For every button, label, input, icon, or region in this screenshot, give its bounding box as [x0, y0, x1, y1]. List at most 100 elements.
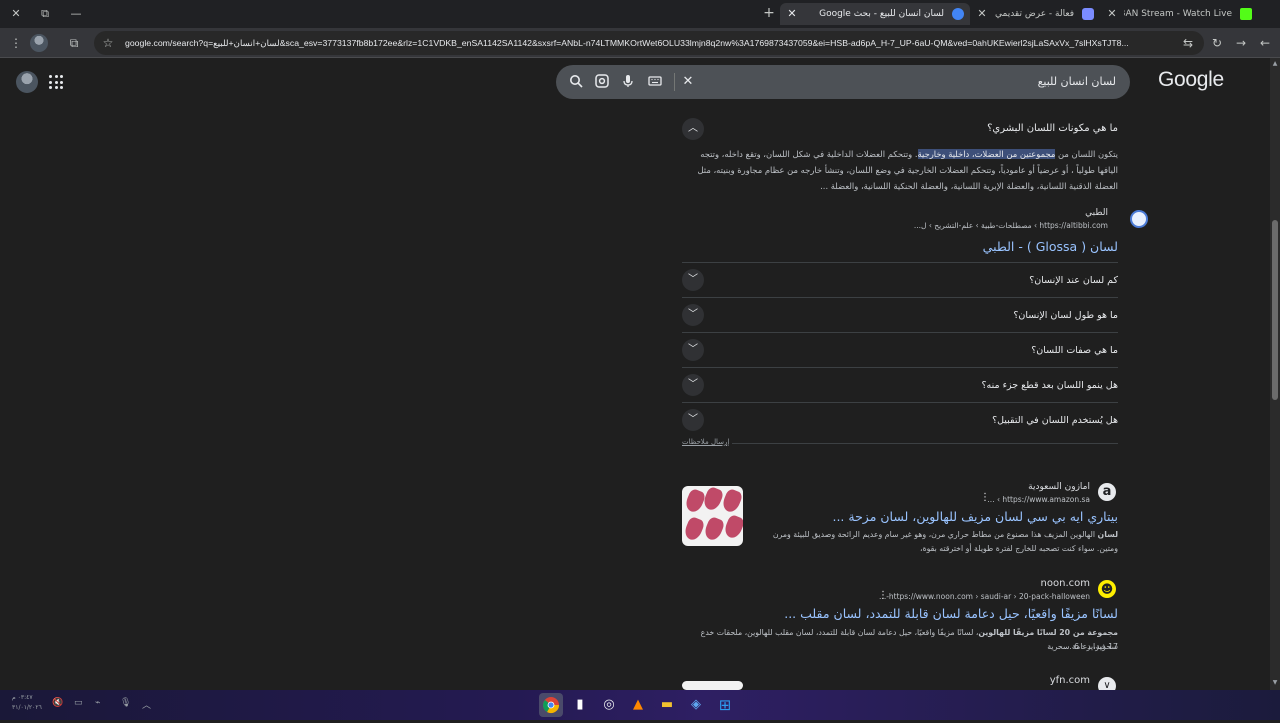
- profile-avatar[interactable]: [30, 34, 48, 52]
- tab-title: لسان انسان للبيع - بحث Google: [819, 9, 944, 19]
- close-window-button[interactable]: ✕: [8, 6, 24, 22]
- file-taskbar-icon[interactable]: ▮: [568, 693, 592, 717]
- clear-search-icon[interactable]: ✕: [680, 74, 696, 90]
- volume-icon[interactable]: 🔇: [52, 698, 63, 708]
- result-thumbnail[interactable]: [682, 681, 743, 690]
- result-header[interactable]: noon.com https://www.noon.com › saudi-ar…: [780, 577, 1090, 603]
- google-favicon-icon: [952, 8, 964, 20]
- tab-google-search[interactable]: لسان انسان للبيع - بحث Google ✕: [780, 3, 970, 25]
- result-snippet-text: الهالوين المزيف هذا مصنوع من مطاط حراري …: [772, 530, 1118, 553]
- tab-close-icon[interactable]: ✕: [976, 3, 988, 25]
- paa-answer-text: يتكون اللسان من: [1055, 149, 1118, 159]
- result-header[interactable]: امازون السعودية https://www.amazon.sa › …: [780, 480, 1090, 506]
- source-site-name: الطبي: [1085, 208, 1108, 218]
- result-snippet-bold: لسان: [1097, 530, 1118, 539]
- google-lens-icon[interactable]: [594, 74, 610, 90]
- scroll-down-arrow[interactable]: ▼: [1271, 679, 1279, 686]
- paa-question-text: كم لسان عند الإنسان؟: [1029, 275, 1118, 286]
- paa-question-row[interactable]: هل ينمو اللسان بعد قطع جزء منه؟ ﹀: [682, 367, 1118, 402]
- tab-close-icon[interactable]: ✕: [1106, 3, 1118, 25]
- search-input[interactable]: لسان انسان للبيع: [1038, 65, 1116, 99]
- amazon-favicon-icon: a: [1098, 483, 1116, 501]
- source-url: https://altibbi.com › مصطلحات-طبية › علم…: [913, 221, 1108, 230]
- url-text[interactable]: google.com/search?q=لسان+انسان+للبيع&sca…: [125, 31, 1170, 55]
- paa-answer-highlight: مجموعتين من العضلات، داخلية وخارجية: [917, 149, 1056, 159]
- result-title-link[interactable]: لسانًا مزيفًا واقعيًا، حيل دعامة لسان قا…: [682, 605, 1118, 623]
- chevron-up-icon[interactable]: ︿: [682, 118, 704, 140]
- chevron-down-icon[interactable]: ﹀: [682, 269, 704, 291]
- menu-dots-icon[interactable]: ⋮: [8, 35, 24, 51]
- paa-question-row[interactable]: كم لسان عند الإنسان؟ ﹀: [682, 262, 1118, 297]
- chrome-taskbar-icon[interactable]: [539, 693, 563, 717]
- paa-question-row[interactable]: ما هي صفات اللسان؟ ﹀: [682, 332, 1118, 367]
- site-settings-icon[interactable]: ⇆: [1180, 35, 1196, 51]
- paa-answer-snippet: يتكون اللسان من مجموعتين من العضلات، داخ…: [694, 146, 1118, 194]
- altibbi-favicon-icon: [1130, 210, 1148, 228]
- vlc-taskbar-icon[interactable]: ▲: [626, 693, 650, 717]
- tab-strip: ✕ ⧉ — + لسان انسان للبيع - بحث Google ✕ …: [0, 0, 1280, 28]
- tab-title: فعالة - عرض تقديمي: [995, 9, 1074, 19]
- noon-favicon-icon: ☻: [1098, 580, 1116, 598]
- result-site-name: امازون السعودية: [1028, 482, 1090, 492]
- paa-question-row[interactable]: ما هو طول لسان الإنسان؟ ﹀: [682, 297, 1118, 332]
- forward-icon[interactable]: →: [1233, 35, 1249, 51]
- tray-clock[interactable]: ٠٣:٤٧ م ٣١/٠١/٢٠٢٦: [12, 693, 42, 713]
- chevron-down-icon[interactable]: ﹀: [682, 409, 704, 431]
- paa-question-expanded[interactable]: ما هي مكونات اللسان البشري؟ ︿: [680, 118, 1118, 140]
- page-scrollbar[interactable]: ▲ ▼: [1270, 58, 1280, 690]
- compass-taskbar-icon[interactable]: ◎: [597, 693, 621, 717]
- paa-source[interactable]: الطبي https://altibbi.com › مصطلحات-طبية…: [780, 206, 1148, 256]
- windows-taskbar: ٠٣:٤٧ م ٣١/٠١/٢٠٢٦ 🔇 ▭ ⌁ 🎙 ︿ ▮ ◎ ▲ ▬ ◈ ⊞: [0, 690, 1280, 720]
- result-date: 17 فبراير · 6 ...: [1064, 642, 1118, 651]
- address-bar[interactable]: ☆ google.com/search?q=لسان+انسان+للبيع&s…: [94, 31, 1204, 55]
- google-account-avatar[interactable]: [16, 71, 38, 93]
- minimize-window-button[interactable]: —: [68, 6, 84, 22]
- battery-icon[interactable]: ⌁: [95, 698, 100, 708]
- chevron-down-icon[interactable]: ﹀: [682, 339, 704, 361]
- more-options-icon[interactable]: ⋮: [980, 492, 990, 503]
- restore-window-button[interactable]: ⧉: [37, 6, 53, 22]
- new-tab-button[interactable]: +: [762, 5, 776, 21]
- kick-favicon-icon: [1240, 8, 1252, 20]
- paa-question-text: ما هي صفات اللسان؟: [1031, 345, 1118, 356]
- browser-toolbar: ⋮ ⧉ ☆ google.com/search?q=لسان+انسان+للب…: [0, 28, 1280, 58]
- file-explorer-taskbar-icon[interactable]: ▬: [655, 693, 679, 717]
- tab-title: ALZ3BAN Stream - Watch Live: [1124, 9, 1232, 19]
- result-url: https://www.noon.com › saudi-ar › 20-pac…: [879, 592, 1090, 601]
- shield-favicon-icon: [1082, 8, 1094, 20]
- google-logo[interactable]: Google: [1158, 68, 1224, 92]
- google-apps-icon[interactable]: [49, 75, 63, 89]
- divider: [732, 443, 1118, 444]
- tab-close-icon[interactable]: ✕: [786, 3, 798, 25]
- result-site-name[interactable]: yfn.com: [980, 674, 1090, 688]
- source-title-link[interactable]: لسان ( Glossa ) - الطبي: [780, 238, 1118, 256]
- paa-question-row[interactable]: هل يُستخدم اللسان في التقبيل؟ ﹀: [682, 402, 1118, 437]
- voice-search-mic-icon[interactable]: [620, 74, 636, 90]
- result-title-link[interactable]: بيتاري ايه بي سي لسان مزيف للهالوين، لسا…: [760, 508, 1118, 526]
- keyboard-icon[interactable]: [647, 74, 663, 90]
- result-url: https://www.amazon.sa › ...: [987, 495, 1090, 504]
- network-icon[interactable]: ▭: [74, 698, 83, 708]
- more-options-icon[interactable]: ⋮: [878, 590, 888, 601]
- extensions-icon[interactable]: ⧉: [66, 35, 82, 51]
- chevron-down-icon[interactable]: ﹀: [682, 304, 704, 326]
- back-icon[interactable]: ←: [1257, 35, 1273, 51]
- paa-question-text: هل ينمو اللسان بعد قطع جزء منه؟: [981, 380, 1118, 391]
- tab-presentation[interactable]: فعالة - عرض تقديمي ✕: [970, 3, 1100, 25]
- scroll-up-arrow[interactable]: ▲: [1271, 60, 1279, 67]
- search-divider: [674, 73, 675, 91]
- tab-stream[interactable]: ALZ3BAN Stream - Watch Live ✕: [1100, 3, 1258, 25]
- windows-start-icon[interactable]: ⊞: [713, 693, 737, 717]
- send-feedback-link[interactable]: إرسال ملاحظات: [682, 438, 729, 446]
- vscode-taskbar-icon[interactable]: ◈: [684, 693, 708, 717]
- scroll-thumb[interactable]: [1272, 220, 1278, 400]
- microphone-icon[interactable]: 🎙: [120, 698, 131, 708]
- bookmark-star-icon[interactable]: ☆: [100, 35, 116, 51]
- paa-question-text: ما هي مكونات اللسان البشري؟: [987, 123, 1118, 134]
- search-icon[interactable]: [568, 74, 584, 90]
- result-thumbnail[interactable]: [682, 486, 743, 546]
- tray-overflow-icon[interactable]: ︿: [142, 698, 151, 711]
- reload-icon[interactable]: ↻: [1209, 35, 1225, 51]
- chevron-down-icon[interactable]: ﹀: [682, 374, 704, 396]
- search-box[interactable]: ✕ لسان انسان للبيع: [556, 65, 1130, 99]
